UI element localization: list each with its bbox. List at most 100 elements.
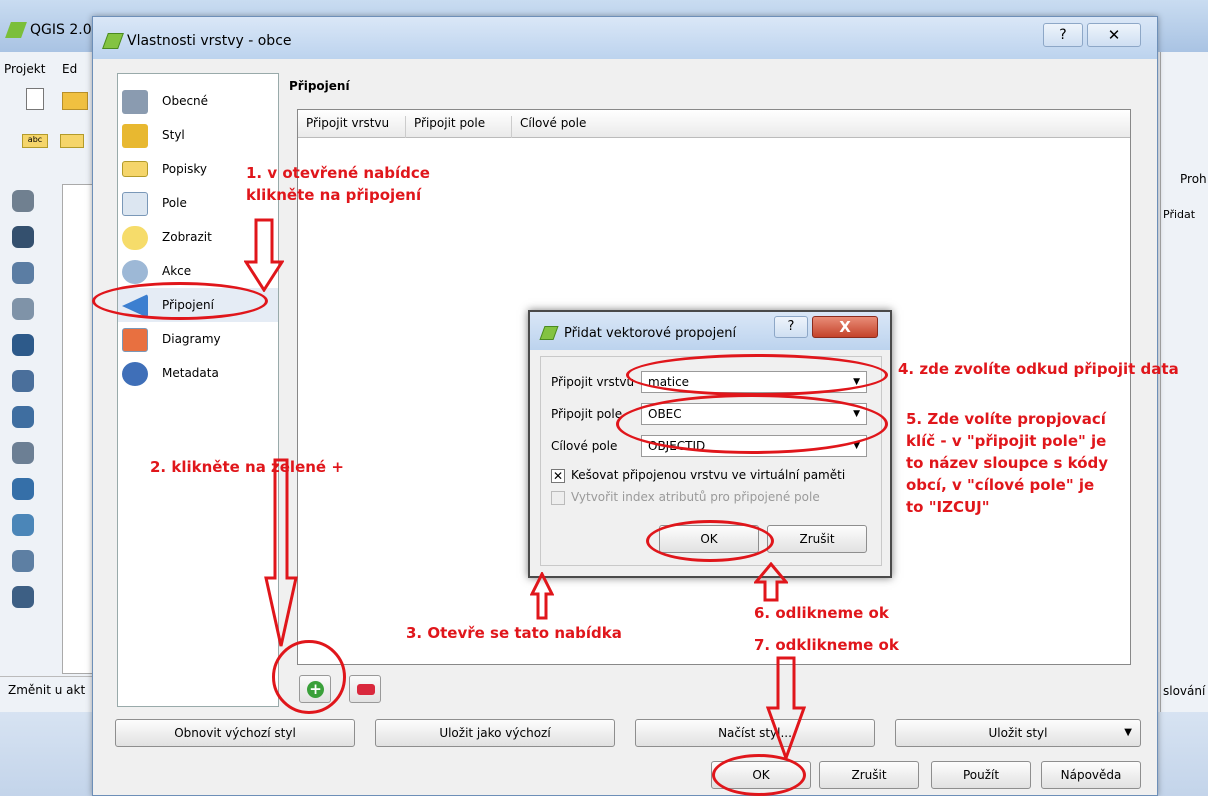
gear-icon <box>122 260 148 284</box>
annotation-step4: 4. zde zvolíte odkud připojit data <box>898 360 1179 378</box>
annotation-step7: 7. odklikneme ok <box>754 636 899 654</box>
add-new-layer-icon[interactable] <box>12 550 34 572</box>
label-pin-icon[interactable] <box>60 134 84 148</box>
subdialog-close-button[interactable]: X <box>812 316 878 338</box>
subdialog-help-button[interactable]: ? <box>774 316 808 338</box>
annotation-step5-line5: to "IZCUJ" <box>906 498 990 516</box>
join-layer-label: Připojit vrstvu <box>551 375 635 389</box>
column-header-target-field[interactable]: Cílové pole <box>512 116 1130 138</box>
status-text: Změnit u akt <box>8 683 86 697</box>
sidebar-item-label: Metadata <box>162 366 219 380</box>
add-delimited-layer-icon[interactable] <box>12 514 34 536</box>
cache-checkbox[interactable]: ✕ <box>551 469 565 483</box>
highlight-ring-sub-ok <box>646 520 774 562</box>
save-style-dropdown[interactable]: Uložit styl ▼ <box>895 719 1141 747</box>
add-postgis-layer-icon[interactable] <box>12 262 34 284</box>
sidebar-item-metadata[interactable]: Metadata <box>118 356 278 390</box>
add-mssql-layer-icon[interactable] <box>12 334 34 356</box>
subdialog-cancel-button[interactable]: Zrušit <box>767 525 867 553</box>
annotation-step6: 6. odlikneme ok <box>754 604 889 622</box>
menu-edit[interactable]: Ed <box>62 62 77 76</box>
right-panel-tab[interactable]: Proh <box>1180 172 1207 186</box>
right-panel-bottom-text: slování <box>1163 684 1206 698</box>
table-icon <box>122 192 148 216</box>
dialog-titlebar: Vlastnosti vrstvy - obce ? ✕ <box>93 17 1157 59</box>
open-folder-icon[interactable] <box>62 92 88 110</box>
highlight-ring-add <box>272 640 346 714</box>
speech-bubble-icon <box>122 226 148 250</box>
sidebar-item-obecne[interactable]: Obecné <box>118 84 278 118</box>
annotation-step1-line1: 1. v otevřené nabídce <box>246 164 430 182</box>
restore-default-style-button[interactable]: Obnovit výchozí styl <box>115 719 355 747</box>
tools-icon <box>122 90 148 114</box>
qgis-menubar: Projekt Ed <box>0 60 100 80</box>
apply-button[interactable]: Použít <box>931 761 1031 789</box>
abc-label-icon <box>122 161 148 177</box>
sidebar-item-diagramy[interactable]: Diagramy <box>118 322 278 356</box>
load-style-button[interactable]: Načíst styl... <box>635 719 875 747</box>
label-tool-icon[interactable]: abc <box>22 134 48 148</box>
subdialog-title: Přidat vektorové propojení <box>564 326 737 341</box>
annotation-step5-line3: to název sloupce s kódy <box>906 454 1109 472</box>
sidebar-item-label: Akce <box>162 264 192 278</box>
column-header-join-field[interactable]: Připojit pole <box>406 116 512 138</box>
sidebar-item-label: Pole <box>162 196 187 210</box>
add-vector-layer-icon[interactable] <box>12 190 34 212</box>
layers-panel <box>62 184 96 674</box>
qgis-logo-icon <box>539 326 559 340</box>
qgis-logo-icon <box>5 22 27 38</box>
add-oracle-layer-icon[interactable] <box>12 370 34 392</box>
sidebar-item-label: Obecné <box>162 94 209 108</box>
sidebar-item-styl[interactable]: Styl <box>118 118 278 152</box>
add-wcs-layer-icon[interactable] <box>12 442 34 464</box>
qgis-window-title: QGIS 2.0 <box>30 22 92 38</box>
arrow-step6 <box>754 562 788 602</box>
arrow-step2 <box>264 458 298 647</box>
annotation-step5-line1: 5. Zde volíte propjovací <box>906 410 1106 428</box>
section-title: Připojení <box>289 79 350 93</box>
highlight-ring-join-layer <box>626 354 888 396</box>
dialog-title: Vlastnosti vrstvy - obce <box>127 33 292 49</box>
qgis-logo-icon <box>102 33 124 49</box>
arrow-step1 <box>244 218 284 292</box>
add-wms-layer-icon[interactable] <box>12 406 34 428</box>
add-gps-layer-icon[interactable] <box>12 586 34 608</box>
arrow-step7 <box>766 656 806 760</box>
annotation-step5: 5. Zde volíte propjovací klíč - v "připo… <box>906 408 1108 518</box>
brush-icon <box>122 124 148 148</box>
diagram-icon <box>122 328 148 352</box>
help-button[interactable]: ? <box>1043 23 1083 47</box>
add-spatialite-layer-icon[interactable] <box>12 298 34 320</box>
join-field-label: Připojit pole <box>551 407 623 421</box>
sidebar-item-label: Diagramy <box>162 332 221 346</box>
menu-projekt[interactable]: Projekt <box>4 62 45 76</box>
info-icon <box>122 362 148 386</box>
right-panel-add[interactable]: Přidat <box>1163 208 1195 221</box>
target-field-label: Cílové pole <box>551 439 618 453</box>
layer-toolbar <box>6 160 40 610</box>
annotation-step5-line2: klíč - v "připojit pole" je <box>906 432 1107 450</box>
help-dialog-button[interactable]: Nápověda <box>1041 761 1141 789</box>
annotation-step5-line4: obcí, v "cílové pole" je <box>906 476 1095 494</box>
index-label: Vytvořit index atributů pro připojené po… <box>571 490 820 504</box>
annotation-step3: 3. Otevře se tato nabídka <box>406 624 622 642</box>
annotation-step1: 1. v otevřené nabídce klikněte na připoj… <box>246 162 430 206</box>
save-as-default-button[interactable]: Uložit jako výchozí <box>375 719 615 747</box>
column-header-join-layer[interactable]: Připojit vrstvu <box>298 116 406 138</box>
close-button[interactable]: ✕ <box>1087 23 1141 47</box>
index-checkbox[interactable] <box>551 491 565 505</box>
remove-join-button[interactable] <box>349 675 381 703</box>
minus-icon <box>357 684 375 695</box>
add-wfs-layer-icon[interactable] <box>12 478 34 500</box>
annotation-step2: 2. klikněte na zelené + <box>150 458 344 476</box>
cache-label: Kešovat připojenou vrstvu ve virtuální p… <box>571 468 846 482</box>
sidebar-item-label: Zobrazit <box>162 230 212 244</box>
chevron-down-icon: ▼ <box>1124 727 1132 738</box>
statusbar: Změnit u akt <box>0 676 100 706</box>
highlight-ring-pripojeni <box>92 282 268 320</box>
cancel-button[interactable]: Zrušit <box>819 761 919 789</box>
add-raster-layer-icon[interactable] <box>12 226 34 248</box>
joins-table-header: Připojit vrstvu Připojit pole Cílové pol… <box>298 110 1130 138</box>
new-project-icon[interactable] <box>26 88 44 110</box>
highlight-ring-ok <box>712 754 806 796</box>
